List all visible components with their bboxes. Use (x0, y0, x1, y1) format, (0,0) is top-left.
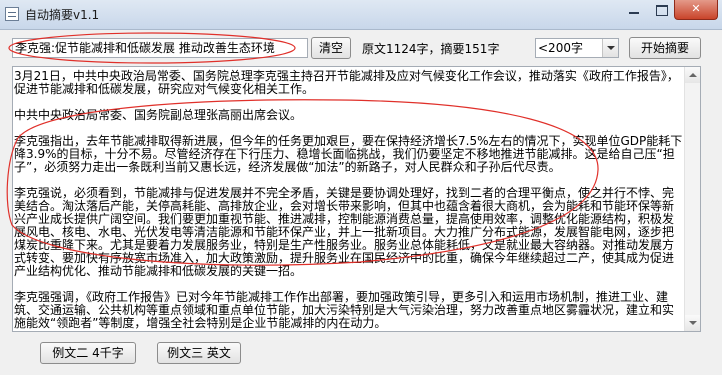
summary-textarea[interactable]: 3月21日，中共中央政治局常委、国务院总理李克强主持召开节能减排及应对气候变化工… (12, 66, 701, 332)
example-3-button[interactable]: 例文三 英文 (157, 342, 241, 364)
word-count-status: 原文1124字，摘要151字 (362, 42, 500, 56)
summary-paragraph: 3月21日，中共中央政治局常委、国务院总理李克强主持召开节能减排及应对气候变化工… (14, 69, 679, 96)
scroll-up-arrow-icon[interactable] (685, 67, 700, 83)
summary-paragraph: 中共中央政治局常委、国务院副总理张高丽出席会议。 (14, 108, 303, 122)
vertical-scrollbar[interactable] (684, 67, 700, 331)
summary-paragraph: 李克强说，必须看到，节能减排与促进发展并不完全矛盾，关键是要协调处理好，找到二者… (14, 186, 675, 278)
maximize-button[interactable] (648, 0, 674, 20)
close-icon: ✕ (691, 2, 701, 15)
title-bar: 自动摘要v1.1 ✕ (0, 0, 722, 30)
app-icon (5, 7, 19, 21)
window-title: 自动摘要v1.1 (25, 8, 100, 22)
close-button[interactable]: ✕ (674, 0, 718, 20)
summary-length-select[interactable]: <200字 (535, 38, 619, 58)
example-2-button[interactable]: 例文二 4千字 (40, 342, 136, 364)
summary-length-value: <200字 (538, 41, 583, 55)
chevron-down-icon[interactable] (602, 39, 618, 57)
clear-button[interactable]: 清空 (311, 37, 351, 59)
minimize-button[interactable] (620, 0, 648, 20)
summary-paragraph: 李克强强调，《政府工作报告》已对今年节能减排工作作出部署，要加强政策引导，更多引… (14, 290, 675, 330)
title-input[interactable]: 李克强:促节能减排和低碳发展 推动改善生态环境 (12, 38, 308, 58)
start-summary-button[interactable]: 开始摘要 (629, 37, 701, 59)
summary-text: 3月21日，中共中央政治局常委、国务院总理李克强主持召开节能减排及应对气候变化工… (14, 69, 684, 331)
scroll-down-arrow-icon[interactable] (685, 315, 700, 331)
summary-paragraph: 李克强指出，去年节能减排取得新进展，但今年的任务更加艰巨，要在保持经济增长7.5… (14, 134, 683, 174)
